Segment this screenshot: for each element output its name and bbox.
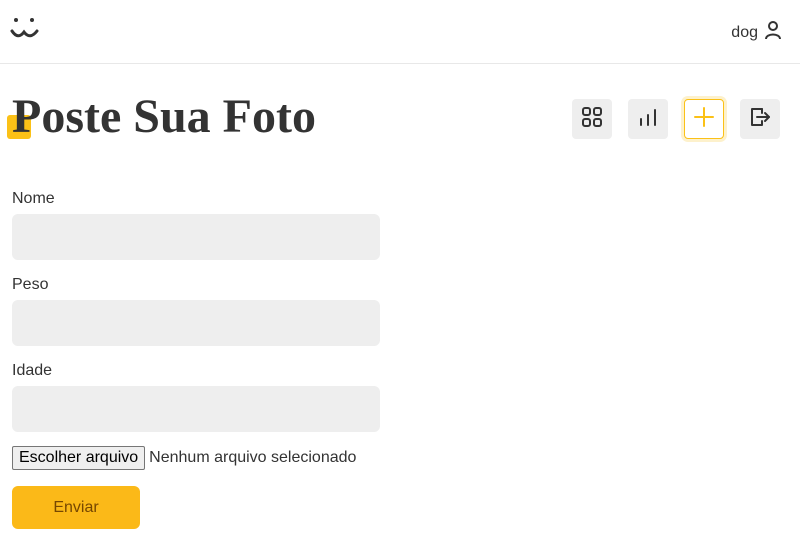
- user-account-link[interactable]: dog: [731, 20, 782, 45]
- nav-post-photo-button[interactable]: [684, 99, 724, 139]
- nav-stats-button[interactable]: [628, 99, 668, 139]
- post-photo-form: Nome Peso Idade Escolher arquivo Nenhum …: [12, 188, 380, 529]
- file-status-text: Nenhum arquivo selecionado: [149, 449, 357, 466]
- header: dog: [0, 0, 800, 64]
- page-title: Poste Sua Foto: [12, 90, 316, 143]
- username-label: dog: [731, 23, 758, 41]
- dog-face-logo-icon[interactable]: [10, 16, 42, 44]
- weight-input[interactable]: [12, 300, 380, 346]
- file-picker: Escolher arquivo Nenhum arquivo selecion…: [12, 446, 380, 470]
- age-input[interactable]: [12, 386, 380, 432]
- submit-button[interactable]: Enviar: [12, 486, 140, 529]
- user-nav: [572, 99, 780, 139]
- grid-icon: [580, 105, 604, 134]
- name-label: Nome: [12, 190, 55, 207]
- choose-file-button[interactable]: Escolher arquivo: [12, 446, 146, 470]
- name-input[interactable]: [12, 214, 380, 260]
- age-label: Idade: [12, 362, 53, 379]
- weight-label: Peso: [12, 276, 49, 293]
- nav-logout-button[interactable]: [740, 99, 780, 139]
- page-title-wrap: Poste Sua Foto: [7, 88, 316, 146]
- plus-icon: [692, 105, 716, 134]
- user-icon: [764, 20, 782, 45]
- logout-icon: [748, 105, 772, 134]
- bar-chart-icon: [636, 105, 660, 134]
- nav-my-photos-button[interactable]: [572, 99, 612, 139]
